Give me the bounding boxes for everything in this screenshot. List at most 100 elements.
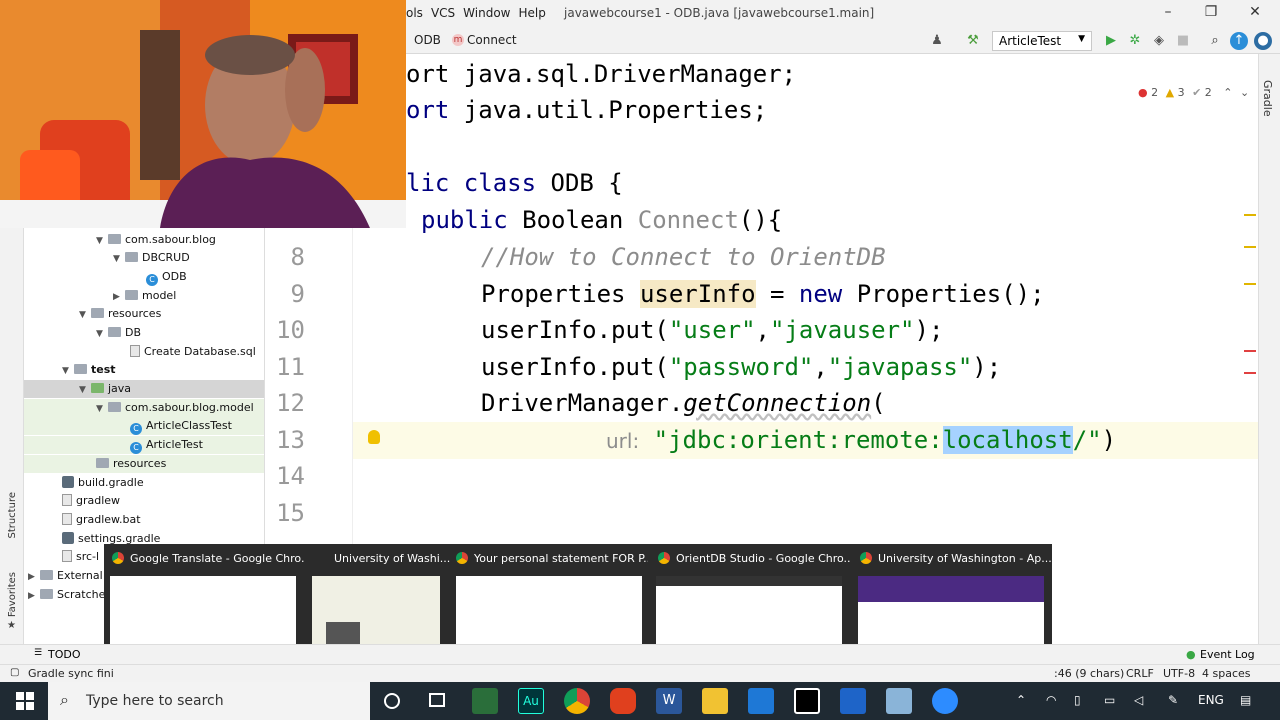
event-log-tab[interactable]: Event Log [1200,648,1255,661]
tree-item-model[interactable]: ▶ model [113,287,176,305]
package-icon [125,290,138,300]
folder-icon [108,327,121,337]
tree-item-build-gradle[interactable]: build.gradle [62,474,144,492]
photos-icon[interactable] [748,688,774,714]
warning-marker[interactable] [1244,246,1256,248]
tree-item-create-db[interactable]: Create Database.sql [130,343,256,361]
chevron-down-icon: ▼ [96,236,103,246]
restore-icon[interactable]: ❐ [1201,4,1221,20]
lightbulb-icon[interactable] [368,430,380,444]
search-icon[interactable]: ⌕ [1206,32,1224,50]
preview-title: Google Translate - Google Chro... [112,552,304,565]
menu-window[interactable]: Window [463,6,510,20]
build-hammer-icon[interactable]: ⚒ [964,32,982,50]
package-icon [108,402,121,412]
string-literal: "javauser" [770,316,915,344]
line-separator[interactable]: CRLF [1126,667,1154,680]
tree-item-db[interactable]: ▼ DB [96,324,141,342]
windows-start-icon[interactable] [16,692,34,710]
gradle-file-icon [62,532,74,544]
powershell-icon[interactable] [840,688,866,714]
indent-setting[interactable]: 4 spaces [1202,667,1251,680]
inspection-widget[interactable]: ● 2 ▲ 3 ✔ 2 ⌃ ⌄ [1138,86,1249,99]
settings-sync-icon[interactable]: ● [1254,32,1272,50]
stop-icon[interactable]: ■ [1174,32,1192,50]
pen-icon[interactable]: ✎ [1168,693,1178,707]
notepad-icon[interactable] [886,688,912,714]
run-icon[interactable]: ▶ [1102,32,1120,50]
tray-app-icon[interactable]: ▯ [1074,693,1081,707]
tree-item-article-test[interactable]: C ArticleTest [24,436,264,454]
warning-marker[interactable] [1244,283,1256,285]
tree-label: ArticleTest [146,438,203,451]
menu-vcs[interactable]: VCS [431,6,455,20]
error-marker[interactable] [1244,372,1256,374]
tree-item-gradlew[interactable]: gradlew [62,492,120,510]
favorites-tab[interactable]: Favorites [7,572,18,617]
tray-chevron-up-icon[interactable]: ⌃ [1016,693,1026,707]
tree-item-article-class-test[interactable]: C ArticleClassTest [24,417,264,435]
webcam-overlay [0,0,406,228]
coverage-icon[interactable]: ◈ [1150,32,1168,50]
tree-item-dbcrud[interactable]: ▼ DBCRUD [113,249,190,267]
minimize-icon[interactable]: – [1158,4,1178,20]
word-icon[interactable]: W [656,688,682,714]
menu-help[interactable]: Help [518,6,545,20]
class-icon: C [130,423,142,435]
taskbar-search-box[interactable]: ⌕ Type here to search [48,682,370,720]
tree-item-resources-test[interactable]: resources [24,455,264,473]
chevron-down-icon: ▼ [79,385,86,395]
tree-item-java[interactable]: ▼ java [24,380,264,398]
chevron-down-icon[interactable]: ⌄ [1240,86,1249,99]
todo-tab[interactable]: TODO [48,648,81,661]
tree-item-pkg-blog[interactable]: ▼ com.sabour.blog [96,231,216,249]
file-encoding[interactable]: UTF-8 [1163,667,1195,680]
status-message[interactable]: Gradle sync fini [28,667,114,680]
task-view-icon[interactable] [429,693,445,707]
menu-tools[interactable]: ols [406,6,423,20]
chevron-up-icon[interactable]: ⌃ [1223,86,1232,99]
error-marker[interactable] [1244,350,1256,352]
warning-marker[interactable] [1244,214,1256,216]
code-text: userInfo.put( [481,316,669,344]
tree-item-test[interactable]: ▼ test [62,361,116,379]
run-config-select[interactable]: ArticleTest ▼ [992,31,1092,51]
app-icon-green[interactable] [472,688,498,714]
chrome-taskbar-icon[interactable] [564,688,590,714]
parameter-hint: url: [606,429,640,453]
file-explorer-icon[interactable] [702,688,728,714]
structure-tab[interactable]: Structure [7,492,18,539]
close-icon[interactable]: ✕ [1245,4,1265,20]
update-icon[interactable]: ↑ [1230,32,1248,50]
caret-position[interactable]: :46 (9 chars) [1054,667,1124,680]
tree-item-src[interactable]: src-l [62,548,99,566]
breadcrumb-method[interactable]: Connect [467,33,517,47]
language-indicator[interactable]: ENG [1198,693,1224,707]
tree-label: ODB [162,270,187,283]
zoom-icon[interactable] [932,688,958,714]
gradle-tab[interactable]: Gradle [1261,80,1274,117]
status-window-icon: ▢ [10,667,20,678]
intellij-icon[interactable] [794,688,820,714]
selected-text: localhost [942,426,1073,454]
tree-item-scratches[interactable]: ▶ Scratche [28,586,105,604]
thumbnail-header [656,576,842,586]
audition-icon[interactable]: Au [518,688,544,714]
debug-icon[interactable]: ✲ [1126,32,1144,50]
tree-item-external[interactable]: ▶ External [28,567,103,585]
network-icon[interactable]: ◠ [1046,693,1056,707]
tree-item-odb[interactable]: C ODB [146,268,187,286]
notifications-icon[interactable]: ▤ [1240,693,1251,707]
chrome-icon [658,552,670,564]
user-icon[interactable]: ♟ [928,32,946,50]
battery-icon[interactable]: ▭ [1104,693,1115,707]
tree-item-resources[interactable]: ▼ resources [79,305,161,323]
breadcrumb-file[interactable]: ODB [414,33,441,47]
line-number: 13 [276,426,305,454]
app-icon-red[interactable] [610,688,636,714]
keyword: class [463,169,537,197]
cortana-icon[interactable] [384,693,400,709]
volume-icon[interactable]: ◁ [1134,693,1143,707]
tree-item-gradlew-bat[interactable]: gradlew.bat [62,511,141,529]
tree-item-pkg-model[interactable]: ▼ com.sabour.blog.model [24,399,264,417]
